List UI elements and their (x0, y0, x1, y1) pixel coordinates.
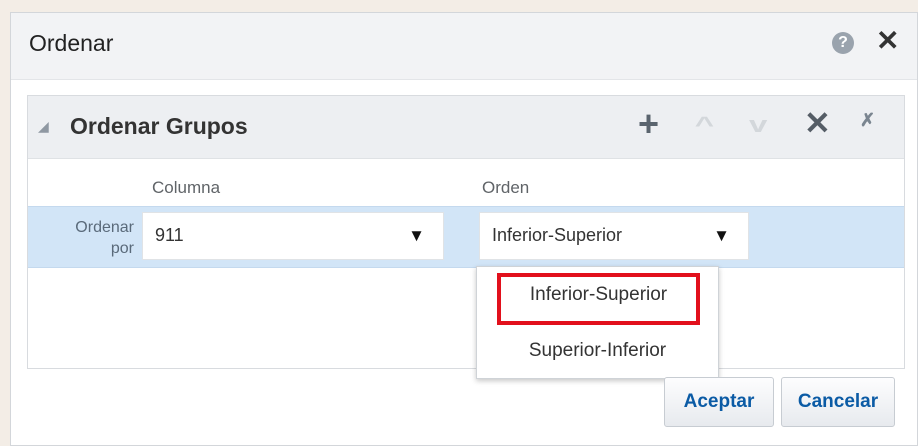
dropdown-arrow-icon: ▼ (713, 226, 730, 245)
delete-icon[interactable]: ✕ (804, 106, 831, 140)
add-icon[interactable]: + (638, 106, 659, 142)
row-label: Ordenar por (75, 219, 134, 257)
panel-title: Ordenar Grupos (70, 113, 248, 139)
column-select[interactable]: 911 ▼ (142, 212, 444, 260)
cancel-button[interactable]: Cancelar (781, 377, 895, 427)
close-icon[interactable]: ✕ (876, 26, 899, 56)
dialog-title: Ordenar (29, 30, 114, 56)
help-icon[interactable]: ? (832, 32, 854, 54)
order-header: Orden (482, 178, 530, 197)
menu-option-inferior-superior[interactable]: Inferior-Superior (497, 273, 700, 325)
move-up-icon[interactable]: ^ (695, 112, 714, 138)
sort-row: Ordenar por 911 ▼ Inferior-Superior ▼ (28, 206, 904, 268)
menu-option-superior-inferior[interactable]: Superior-Inferior (477, 329, 718, 373)
order-select-value: Inferior-Superior (492, 225, 623, 245)
delete-all-icon[interactable]: ✗ (860, 110, 875, 131)
sort-dialog: Ordenar ? ✕ ◢ Ordenar Grupos + ^ v ✕ ✗ C… (10, 12, 918, 446)
column-header: Columna (152, 178, 221, 197)
collapse-triangle-icon[interactable]: ◢ (38, 118, 49, 135)
move-down-icon[interactable]: v (749, 112, 767, 138)
sort-groups-panel: ◢ Ordenar Grupos + ^ v ✕ ✗ Columna Orden… (27, 95, 905, 369)
column-select-value: 911 (155, 225, 184, 245)
dialog-header: Ordenar ? ✕ (11, 13, 917, 80)
panel-header: ◢ Ordenar Grupos + ^ v ✕ ✗ (28, 96, 904, 159)
order-select[interactable]: Inferior-Superior ▼ (479, 212, 749, 260)
order-dropdown-menu: Inferior-Superior Superior-Inferior (476, 266, 719, 379)
dropdown-arrow-icon: ▼ (408, 226, 425, 245)
accept-button[interactable]: Aceptar (664, 377, 774, 427)
